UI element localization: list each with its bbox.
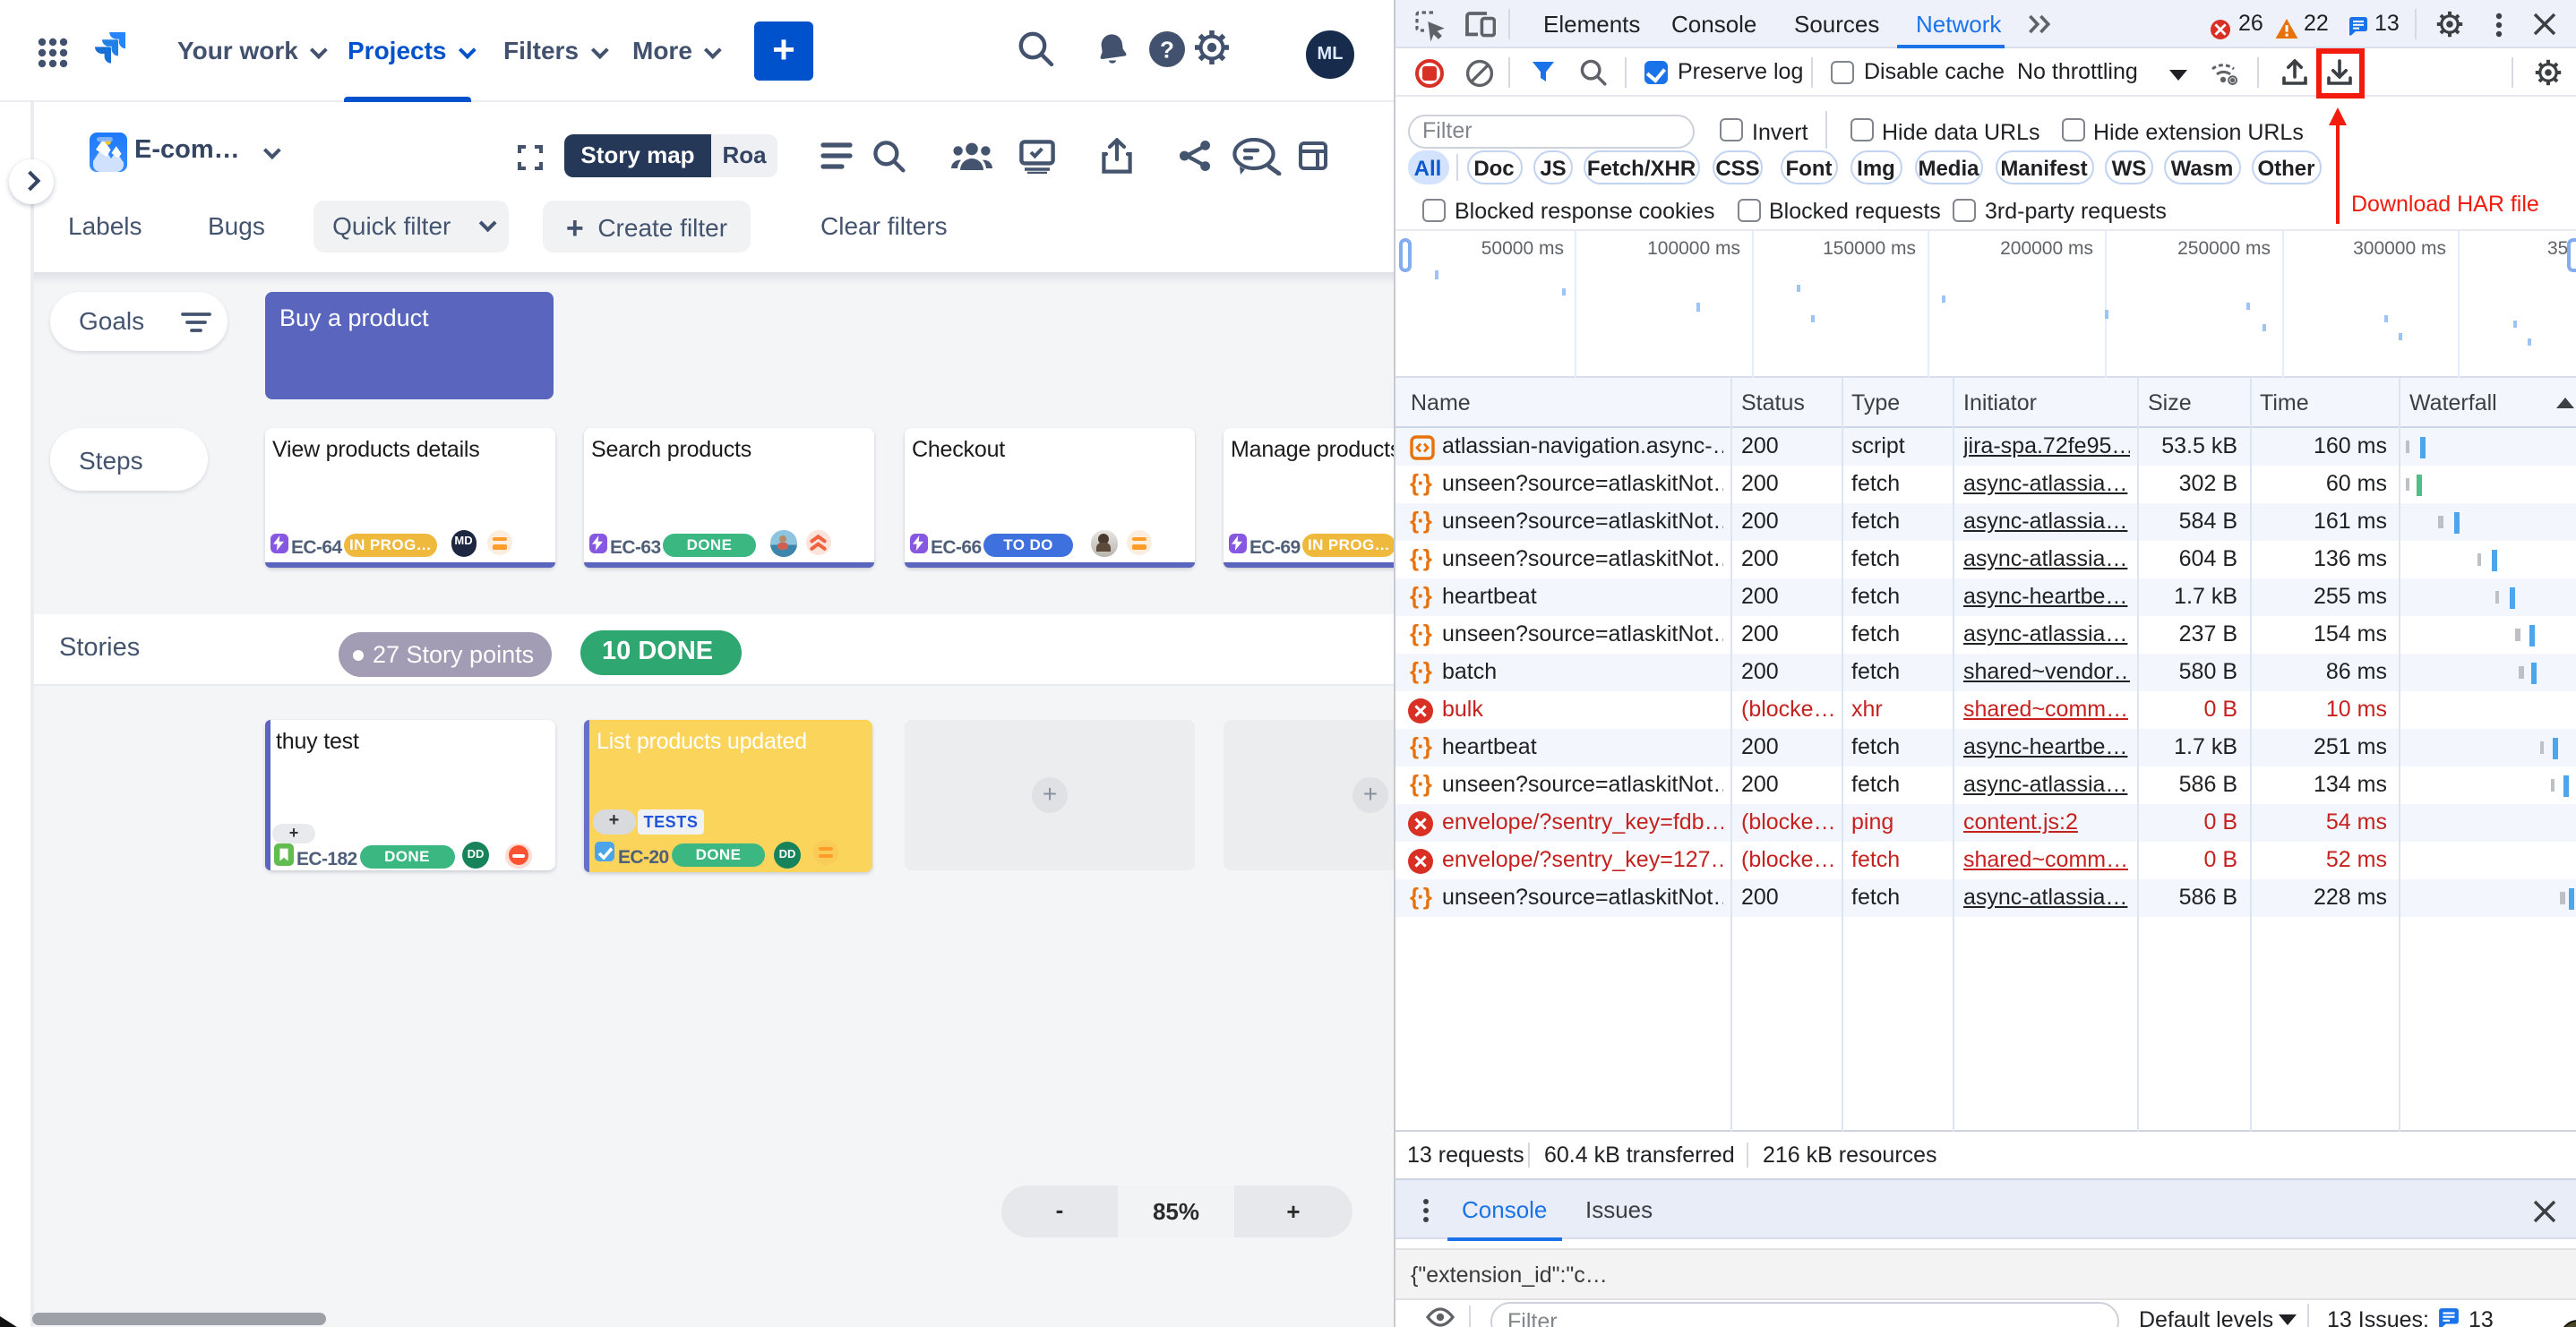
- svg-text:?: ?: [1160, 36, 1174, 63]
